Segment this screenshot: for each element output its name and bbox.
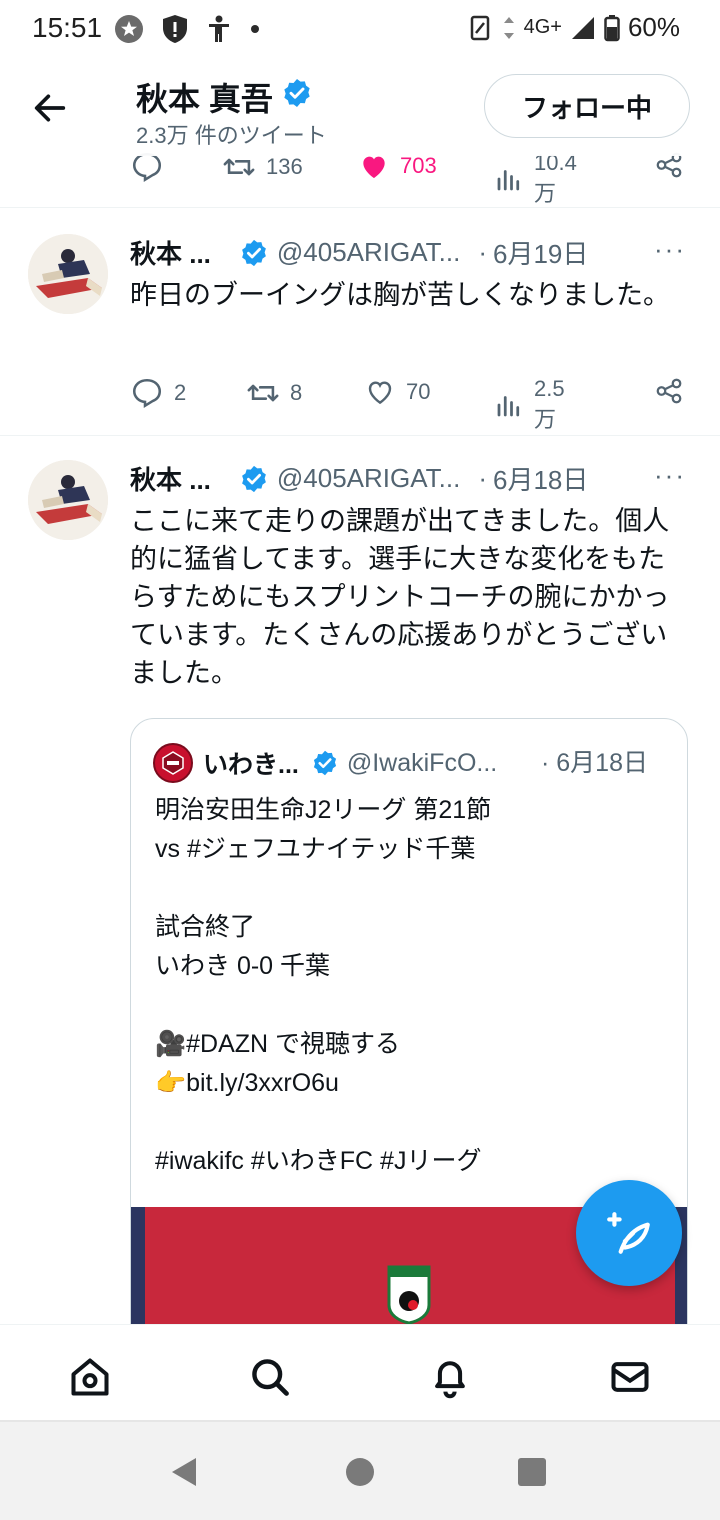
following-button[interactable]: フォロー中 [484,74,690,138]
accessibility-icon [206,14,232,44]
reply-count: 2 [174,380,187,405]
verified-badge-icon [239,464,269,494]
quote-author-name: いわき... [203,751,299,779]
quote-line: 試合終了 [155,913,256,941]
quote-line: 👉bit.ly/3xxrO6u [155,1069,339,1097]
verified-badge-icon [311,749,339,777]
quote-line [155,986,675,1025]
league-emblem-icon [387,1265,431,1325]
system-home-icon[interactable] [344,1456,376,1488]
like-count: 70 [406,379,431,404]
tweet-count: 2.3万 件のツイート [136,123,327,148]
tweet-date[interactable]: 6月19日 [493,234,588,271]
signal-icon [570,15,596,41]
club-logo-icon [153,743,193,783]
quote-line: #iwakifc #いわきFC #Jリーグ [155,1147,482,1175]
quote-text: 明治安田生命J2リーグ 第21節 vs #ジェフユナイテッド千葉 試合終了 いわ… [155,791,675,1181]
nfc-icon [470,13,494,43]
compose-tweet-icon [607,1212,650,1254]
home-icon [71,1358,109,1396]
divider [0,207,720,208]
retweet-button[interactable]: 8 [246,376,302,410]
retweet-count: 8 [290,380,303,405]
author-name[interactable]: 秋本 ... [130,234,211,271]
quote-line [155,1103,675,1142]
views-count: 2.5万 [534,376,565,432]
status-bar: 15:51 4G+ 60% [0,0,720,60]
battery-level: 60% [627,12,680,42]
separator-dot: · [478,463,487,493]
more-options-button[interactable]: ··· [654,234,686,265]
reply-button[interactable]: 2 [130,376,186,410]
share-button[interactable] [654,376,684,406]
notifications-icon [435,1361,465,1399]
status-time: 15:51 [32,12,103,43]
compose-tweet-button[interactable] [576,1180,682,1286]
nav-search[interactable] [248,1355,292,1399]
dot-icon [250,24,260,34]
more-options-button[interactable]: ··· [654,460,686,491]
share-icon [654,376,684,406]
system-back-icon[interactable] [168,1456,200,1488]
network-type: 4G+ [523,16,562,38]
quote-line: いわき 0-0 千葉 [155,952,331,980]
quote-line: vs #ジェフユナイテッド千葉 [155,835,476,863]
tweet-text: ここに来て走りの課題が出てきました。個人的に猛省してます。選手に大きな変化をもた… [130,506,670,688]
quote-date: · 6月18日 [541,749,648,777]
like-button[interactable]: 70 [364,376,430,408]
vibrate-icon [502,13,516,43]
avatar[interactable] [28,234,108,314]
like-count: 703 [400,153,437,178]
system-navigation-bar [0,1420,720,1520]
profile-header: 秋本 真吾 2.3万 件のツイート フォロー中 [0,60,720,156]
tweet-text: 昨日のブーイングは胸が苦しくなりました。 [130,280,670,310]
nav-messages[interactable] [608,1355,652,1399]
nav-notifications[interactable] [428,1355,472,1399]
shield-alert-icon [162,14,188,44]
author-handle: @405ARIGAT... [276,237,461,267]
divider [0,435,720,436]
system-recents-icon[interactable] [516,1456,548,1488]
views-button[interactable]: 2.5万 [494,376,565,434]
bottom-navigation [0,1324,720,1420]
back-button[interactable] [30,88,70,128]
views-icon [494,390,524,420]
views-count: 10.4万 [534,150,577,206]
star-notification-icon [114,14,144,44]
heart-icon [364,376,396,408]
avatar[interactable] [28,460,108,540]
profile-name: 秋本 真吾 [136,81,273,117]
verified-badge-icon [281,77,313,117]
quote-line: 🎥#DAZN で視聴する [155,1030,401,1058]
views-button[interactable]: 10.4万 [494,150,577,208]
author-name[interactable]: 秋本 ... [130,460,211,497]
quote-line: 明治安田生命J2リーグ 第21節 [155,796,492,824]
quote-author-handle: @IwakiFcO... [346,748,498,777]
reply-icon [130,376,164,410]
battery-icon [604,14,620,42]
author-handle: @405ARIGAT... [276,463,461,493]
views-icon [494,164,524,194]
back-arrow-icon [34,94,66,122]
messages-icon [611,1362,649,1392]
retweet-count: 136 [266,154,303,179]
quote-line [155,869,675,908]
verified-badge-icon [239,238,269,268]
separator-dot: · [478,237,487,267]
tweet-date[interactable]: 6月18日 [493,460,588,497]
nav-home[interactable] [68,1355,112,1399]
retweet-icon [246,376,280,410]
search-icon [252,1359,289,1396]
